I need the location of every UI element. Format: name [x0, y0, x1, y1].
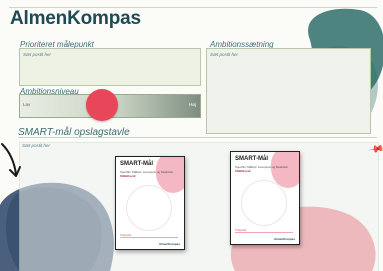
- logo-text-end: mpas: [92, 8, 141, 29]
- slider-low-label: Lav: [23, 102, 31, 107]
- card-brand: AlmenKompas: [158, 242, 180, 246]
- smart-title-underline: [18, 137, 377, 138]
- slider-thumb[interactable]: [86, 89, 118, 121]
- logo-letter-o: o: [80, 8, 93, 29]
- ambition-hint: Sæt postit her: [210, 52, 239, 57]
- card-ring: [241, 180, 287, 226]
- prioriteret-hint: Sæt postit her: [23, 52, 52, 57]
- smart-board-area[interactable]: [19, 142, 379, 271]
- compass-o: o: [80, 8, 93, 30]
- card-footer-rule: [235, 232, 293, 233]
- card-title: SMART-Mål: [235, 156, 268, 162]
- prioriteret-dropzone[interactable]: Sæt postit her: [19, 48, 201, 86]
- hand-drawn-arrow-icon: [1, 143, 21, 177]
- logo-text-start: AlmenK: [10, 8, 81, 29]
- card-ring: [126, 185, 172, 231]
- card-line-label: SMART - mål: [120, 175, 136, 178]
- smart-card-1[interactable]: SMART-Mål Specifikt, Målbart, Accepteret…: [115, 156, 185, 250]
- card-footer-rule: [120, 237, 178, 238]
- card-line-label: SMART - mål: [235, 170, 251, 173]
- app-logo: AlmenKompas: [10, 8, 141, 30]
- smart-card-2[interactable]: SMART-Mål Specifikt, Målbart, Accepteret…: [230, 151, 300, 245]
- card-title: SMART-Mål: [120, 161, 153, 167]
- board-canvas: AlmenKompas Prioriteret målepunkt Sæt po…: [0, 0, 383, 271]
- card-brand: AlmenKompas: [273, 237, 295, 241]
- slider-high-label: Høj: [189, 102, 196, 107]
- ambition-dropzone[interactable]: Sæt postit her: [206, 48, 371, 134]
